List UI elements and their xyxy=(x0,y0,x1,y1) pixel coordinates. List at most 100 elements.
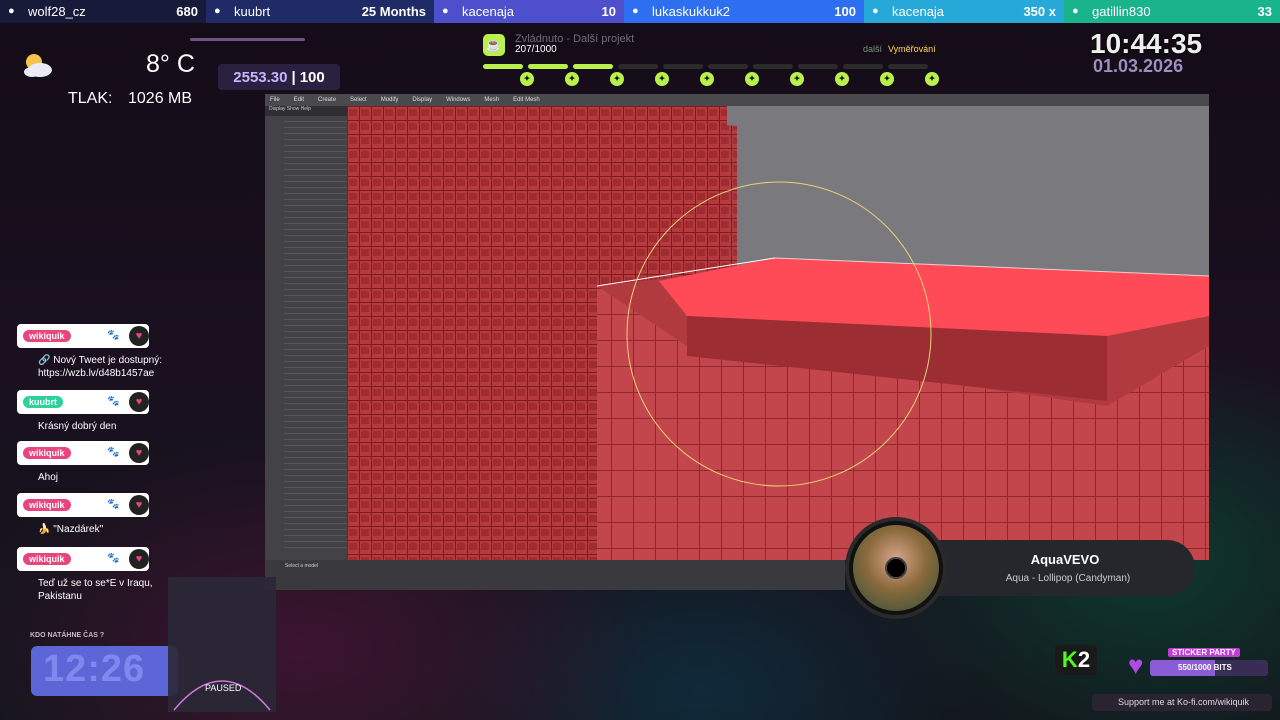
track-artist: AquaVEVO xyxy=(1030,552,1100,567)
event-value: 25 Months xyxy=(361,4,426,19)
track-title: Aqua - Lollipop (Candyman) xyxy=(1005,573,1131,584)
hud-progress-segment xyxy=(843,64,883,69)
outliner-header: Display Show Help xyxy=(265,106,347,116)
event-name: gatillin830 xyxy=(1092,4,1151,19)
heart-icon: ♥ xyxy=(129,443,149,463)
paw-icon: 🐾 xyxy=(107,396,120,407)
event-segment: ● kacenaja 350 x xyxy=(864,0,1064,23)
chat-badge: kuubrt 🐾 ♥ xyxy=(17,390,149,414)
timer-value: 12:26 xyxy=(43,648,146,690)
task-icon: ✦ xyxy=(745,72,759,86)
sticker-party-widget: ♥ STICKER PARTY 550/1000 BITS xyxy=(1128,648,1270,680)
kick-k: K xyxy=(1061,647,1078,672)
sticker-progress-text: 550/1000 BITS xyxy=(1178,663,1232,672)
event-value: 100 xyxy=(834,4,856,19)
chat-username: wikiquik xyxy=(23,499,71,511)
outliner-panel[interactable]: Display Show Help xyxy=(265,106,347,560)
chat-username: kuubrt xyxy=(23,396,63,408)
hud-progress-segment xyxy=(483,64,523,69)
task-icon: ✦ xyxy=(925,72,939,86)
score-separator: | xyxy=(291,68,296,86)
task-icon: ✦ xyxy=(565,72,579,86)
event-name: wolf28_cz xyxy=(28,4,86,19)
event-name: kuubrt xyxy=(234,4,271,19)
paw-icon: 🐾 xyxy=(107,553,120,564)
editor-menubar: File Edit Create Select Modify Display Windows… xyxy=(265,94,1209,106)
event-bar: ● wolf28_cz 680 ● kuubrt 25 Months ● kacenaja 10… xyxy=(0,0,1280,23)
menu-item[interactable]: Edit Mesh xyxy=(513,97,540,103)
event-value: 10 xyxy=(601,4,616,19)
score-current: 2553.30 xyxy=(233,68,288,86)
paused-text: PAUSED xyxy=(205,683,242,693)
sticker-title: STICKER PARTY xyxy=(1168,648,1240,657)
heart-icon: ♥ xyxy=(129,495,149,515)
album-disc xyxy=(845,517,947,619)
hud-progress-segment xyxy=(528,64,568,69)
clock-date: 01.03.2026 xyxy=(1093,56,1184,76)
chat-message: Ahoj xyxy=(38,472,59,483)
outliner-row[interactable] xyxy=(284,542,347,548)
pressure-label: TLAK: xyxy=(68,90,113,107)
event-segment: ● kacenaja 10 xyxy=(434,0,624,23)
kick-number: 2 xyxy=(1077,647,1091,672)
hud-progress-segment xyxy=(618,64,658,69)
menu-item[interactable]: File xyxy=(270,97,280,103)
menu-item[interactable]: Display xyxy=(412,97,432,103)
menu-item[interactable]: Create xyxy=(318,97,336,103)
hud-progress-segment xyxy=(708,64,748,69)
task-icon: ✦ xyxy=(610,72,624,86)
task-icon: ✦ xyxy=(700,72,714,86)
task-icon: ✦ xyxy=(790,72,804,86)
menu-item[interactable]: Windows xyxy=(446,97,470,103)
hud-count: 207/1000 xyxy=(515,44,557,55)
users-icon: ● xyxy=(1072,4,1079,17)
diamond-icon: ● xyxy=(442,4,449,17)
chat-username: wikiquik xyxy=(23,330,71,342)
score-pill: 2553.30 | 100 xyxy=(218,64,340,90)
task-icon: ✦ xyxy=(880,72,894,86)
event-value: 33 xyxy=(1257,4,1272,19)
kofi-banner[interactable]: Support me at Ko-fi.com/wikiquik xyxy=(1092,694,1272,711)
hud-next-label: další xyxy=(863,44,883,54)
task-icon: ✦ xyxy=(520,72,534,86)
event-name: kacenaja xyxy=(892,4,945,19)
chat-badge: wikiquik 🐾 ♥ xyxy=(17,324,149,348)
chat-message: 🍌 "Nazdárek" xyxy=(38,524,104,535)
pressure-value: 1026 MB xyxy=(128,90,193,107)
menu-item[interactable]: Mesh xyxy=(484,97,499,103)
paw-icon: 🐾 xyxy=(107,447,120,458)
menu-item[interactable]: Edit xyxy=(294,97,304,103)
partly-cloudy-icon xyxy=(24,54,52,77)
weather-widget: 8° C TLAK: 1026 MB xyxy=(20,42,200,112)
chat-username: wikiquik xyxy=(23,447,71,459)
paw-icon: 🐾 xyxy=(107,499,120,510)
heart-icon: ♥ xyxy=(129,392,149,412)
event-value: 350 x xyxy=(1023,4,1056,19)
kick-logo: K2 xyxy=(1055,645,1097,675)
editor-timeline[interactable]: Select a model xyxy=(265,560,845,590)
event-segment: ● gatillin830 33 xyxy=(1064,0,1280,23)
chat-badge: wikiquik 🐾 ♥ xyxy=(17,441,149,465)
event-value: 680 xyxy=(176,4,198,19)
menu-item[interactable]: Modify xyxy=(381,97,399,103)
hud-progress-segment xyxy=(663,64,703,69)
event-segment: ● wolf28_cz 680 xyxy=(0,0,206,23)
task-icon: ✦ xyxy=(835,72,849,86)
building-scene xyxy=(347,106,1209,560)
event-segment: ● kuubrt 25 Months xyxy=(206,0,434,23)
heart-icon: ♥ xyxy=(1128,650,1144,680)
hud-progress-segment xyxy=(573,64,613,69)
chat-badge: wikiquik 🐾 ♥ xyxy=(17,547,149,571)
task-icon: ✦ xyxy=(655,72,669,86)
viewport[interactable] xyxy=(347,106,1209,560)
menu-item[interactable]: Select xyxy=(350,97,367,103)
user-plus-icon: ● xyxy=(8,4,15,17)
maya-editor[interactable]: File Edit Create Select Modify Display Windows… xyxy=(265,94,1209,560)
kofi-text: Support me at Ko-fi.com/wikiquik xyxy=(1118,697,1250,707)
event-name: lukaskukkuk2 xyxy=(652,4,731,19)
gift-icon: ● xyxy=(872,4,879,17)
hud-progress-segment xyxy=(888,64,928,69)
chat-username: wikiquik xyxy=(23,553,71,565)
timer-label: KDO NATÁHNE ČAS ? xyxy=(30,632,105,639)
hud-progress-segment xyxy=(798,64,838,69)
